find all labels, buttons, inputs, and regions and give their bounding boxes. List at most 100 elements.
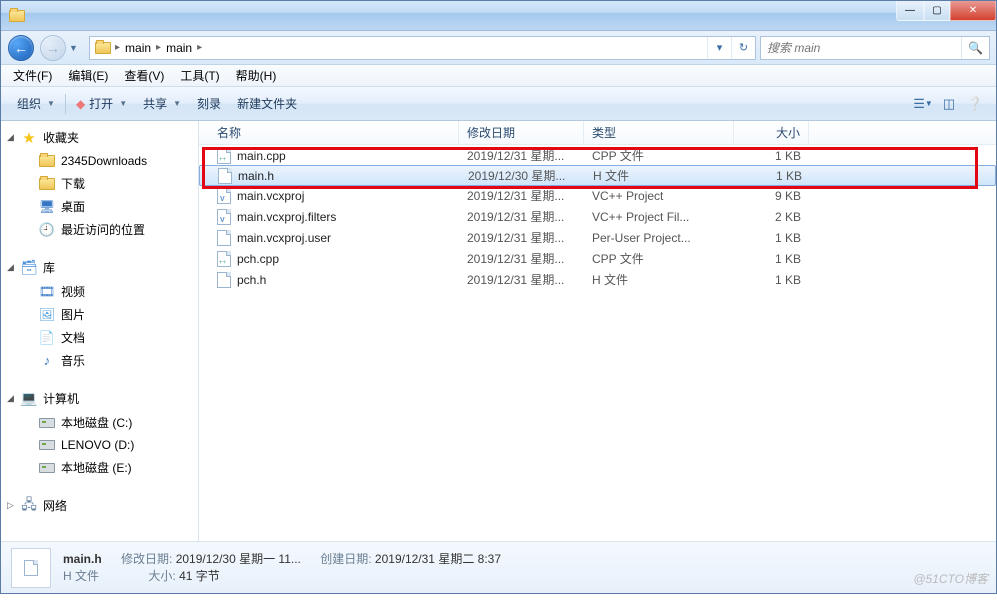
file-icon — [218, 168, 232, 184]
burn-button[interactable]: 刻录 — [189, 91, 229, 116]
file-list-panel: 名称 修改日期 类型 大小 main.cpp2019/12/31 星期...CP… — [199, 121, 996, 541]
folder-icon — [39, 153, 55, 169]
documents-icon: 📄 — [39, 330, 55, 346]
address-dropdown[interactable]: ▾ — [707, 37, 731, 59]
file-size: 9 KB — [734, 189, 809, 203]
search-input[interactable] — [761, 41, 961, 55]
file-name: main.cpp — [237, 149, 286, 163]
history-dropdown[interactable]: ▼ — [69, 43, 83, 53]
maximize-button[interactable]: ▢ — [924, 1, 950, 21]
file-type: VC++ Project Fil... — [584, 210, 734, 224]
navbar: ← → ▼ ▸ main ▸ main ▸ ▾ ↻ 🔍 — [1, 31, 996, 65]
sidebar-item-drive-d[interactable]: LENOVO (D:) — [1, 434, 198, 456]
file-row[interactable]: pch.h2019/12/31 星期...H 文件1 KB — [199, 269, 996, 290]
file-row[interactable]: main.vcxproj2019/12/31 星期...VC++ Project… — [199, 185, 996, 206]
details-name: main.h — [63, 552, 102, 566]
file-type: VC++ Project — [584, 189, 734, 203]
search-box[interactable]: 🔍 — [760, 36, 990, 60]
open-button[interactable]: ◆ 打开▼ — [68, 91, 135, 116]
file-thumbnail — [11, 548, 51, 588]
app-icon — [9, 8, 25, 24]
menubar: 文件(F) 编辑(E) 查看(V) 工具(T) 帮助(H) — [1, 65, 996, 87]
file-row[interactable]: pch.cpp2019/12/31 星期...CPP 文件1 KB — [199, 248, 996, 269]
sidebar-item-downloads[interactable]: 下载 — [1, 172, 198, 195]
search-icon[interactable]: 🔍 — [961, 37, 989, 59]
refresh-button[interactable]: ↻ — [731, 37, 755, 59]
file-name: pch.cpp — [237, 252, 279, 266]
breadcrumb-sep[interactable]: ▸ — [113, 42, 122, 53]
file-type: CPP 文件 — [584, 250, 734, 267]
col-size[interactable]: 大小 — [734, 121, 809, 145]
file-date: 2019/12/31 星期... — [459, 208, 584, 225]
sidebar-item-drive-e[interactable]: 本地磁盘 (E:) — [1, 456, 198, 479]
file-size: 1 KB — [735, 169, 810, 183]
col-date[interactable]: 修改日期 — [459, 121, 584, 145]
video-icon: 🎞 — [39, 284, 55, 300]
file-icon — [217, 148, 231, 164]
breadcrumb-item[interactable]: main — [122, 41, 154, 55]
details-pane: main.h 修改日期: 2019/12/30 星期一 11... 创建日期: … — [1, 541, 996, 593]
sidebar-item-music[interactable]: ♪音乐 — [1, 349, 198, 372]
sidebar-favorites[interactable]: ★收藏夹 — [1, 125, 198, 150]
menu-tools[interactable]: 工具(T) — [172, 65, 227, 86]
music-icon: ♪ — [39, 353, 55, 369]
file-row[interactable]: main.cpp2019/12/31 星期...CPP 文件1 KB — [199, 145, 996, 166]
back-button[interactable]: ← — [5, 33, 37, 63]
titlebar[interactable]: — ▢ ✕ — [1, 1, 996, 31]
file-icon — [217, 230, 231, 246]
drive-icon — [39, 415, 55, 431]
pictures-icon: 🖼 — [39, 307, 55, 323]
file-date: 2019/12/30 星期... — [460, 167, 585, 184]
recent-icon: 🕘 — [39, 222, 55, 238]
folder-icon — [93, 42, 113, 54]
minimize-button[interactable]: — — [896, 1, 924, 21]
sidebar-item-2345downloads[interactable]: 2345Downloads — [1, 150, 198, 172]
file-icon — [217, 272, 231, 288]
breadcrumb-sep[interactable]: ▸ — [195, 42, 204, 53]
file-date: 2019/12/31 星期... — [459, 229, 584, 246]
sidebar-item-videos[interactable]: 🎞视频 — [1, 280, 198, 303]
col-name[interactable]: 名称 — [199, 121, 459, 145]
menu-file[interactable]: 文件(F) — [5, 65, 60, 86]
col-type[interactable]: 类型 — [584, 121, 734, 145]
file-row[interactable]: main.h2019/12/30 星期...H 文件1 KB — [199, 165, 996, 186]
file-size: 2 KB — [734, 210, 809, 224]
menu-help[interactable]: 帮助(H) — [228, 65, 285, 86]
file-type: H 文件 — [584, 271, 734, 288]
view-options-button[interactable]: ☰ ▼ — [910, 91, 936, 117]
sidebar-item-drive-c[interactable]: 本地磁盘 (C:) — [1, 411, 198, 434]
sidebar-network[interactable]: 🖧网络 — [1, 493, 198, 518]
menu-edit[interactable]: 编辑(E) — [60, 65, 116, 86]
file-name: main.vcxproj.user — [237, 231, 331, 245]
sidebar-libraries[interactable]: 🗃库 — [1, 255, 198, 280]
sidebar: ★收藏夹 2345Downloads 下载 🖥桌面 🕘最近访问的位置 🗃库 🎞视… — [1, 121, 199, 541]
address-bar[interactable]: ▸ main ▸ main ▸ ▾ ↻ — [89, 36, 756, 60]
file-row[interactable]: main.vcxproj.filters2019/12/31 星期...VC++… — [199, 206, 996, 227]
file-icon — [217, 251, 231, 267]
breadcrumb-item[interactable]: main — [163, 41, 195, 55]
sidebar-item-documents[interactable]: 📄文档 — [1, 326, 198, 349]
help-button[interactable]: ❔ — [962, 91, 988, 117]
file-size: 1 KB — [734, 149, 809, 163]
file-date: 2019/12/31 星期... — [459, 187, 584, 204]
sidebar-item-desktop[interactable]: 🖥桌面 — [1, 195, 198, 218]
file-row[interactable]: main.vcxproj.user2019/12/31 星期...Per-Use… — [199, 227, 996, 248]
new-folder-button[interactable]: 新建文件夹 — [229, 91, 305, 116]
close-button[interactable]: ✕ — [950, 1, 996, 21]
menu-view[interactable]: 查看(V) — [116, 65, 172, 86]
preview-pane-button[interactable]: ◫ — [936, 91, 962, 117]
organize-button[interactable]: 组织▼ — [9, 91, 63, 116]
file-type: H 文件 — [585, 167, 735, 184]
sidebar-item-recent[interactable]: 🕘最近访问的位置 — [1, 218, 198, 241]
file-size: 1 KB — [734, 231, 809, 245]
file-date: 2019/12/31 星期... — [459, 250, 584, 267]
toolbar: 组织▼ ◆ 打开▼ 共享▼ 刻录 新建文件夹 ☰ ▼ ◫ ❔ — [1, 87, 996, 121]
star-icon: ★ — [21, 130, 37, 146]
drive-icon — [39, 460, 55, 476]
sidebar-computer[interactable]: 💻计算机 — [1, 386, 198, 411]
breadcrumb-sep[interactable]: ▸ — [154, 42, 163, 53]
open-icon: ◆ — [76, 97, 85, 111]
folder-icon — [39, 176, 55, 192]
sidebar-item-pictures[interactable]: 🖼图片 — [1, 303, 198, 326]
share-button[interactable]: 共享▼ — [135, 91, 189, 116]
